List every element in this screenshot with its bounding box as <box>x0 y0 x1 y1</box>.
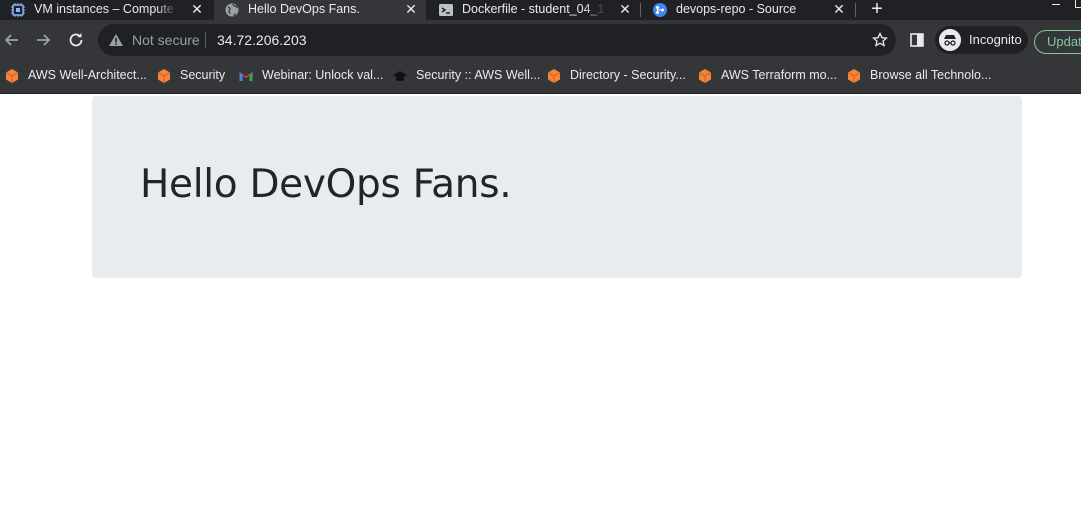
page-viewport: Hello DevOps Fans. <box>0 94 1081 508</box>
bookmark-label: Directory - Security... <box>570 68 686 82</box>
back-arrow-icon[interactable] <box>2 30 22 50</box>
bookmark-star-icon[interactable] <box>872 32 888 48</box>
tab-title: devops-repo - Source <box>676 2 797 16</box>
tab-strip: VM instances – Compute Engine ✕ Hello De… <box>0 0 1081 20</box>
incognito-icon <box>939 29 961 51</box>
bookmark-label: Security :: AWS Well... <box>416 68 541 82</box>
forward-arrow-icon[interactable] <box>33 30 53 50</box>
incognito-label: Incognito <box>969 32 1022 47</box>
globe-icon <box>225 3 239 17</box>
tab-devops-repo[interactable]: devops-repo - Source ✕ <box>642 0 854 20</box>
cloud-shell-icon <box>439 4 453 16</box>
incognito-profile-button[interactable]: Incognito <box>935 26 1028 54</box>
aws-icon <box>698 69 712 83</box>
bookmark-label: AWS Well-Architect... <box>28 68 147 82</box>
tab-hello-devops[interactable]: Hello DevOps Fans. ✕ <box>214 0 426 20</box>
bookmark-label: Browse all Technolo... <box>870 68 992 82</box>
bookmark-label: AWS Terraform mo... <box>721 68 837 82</box>
bookmark-label: Webinar: Unlock val... <box>262 68 384 82</box>
page-heading: Hello DevOps Fans. <box>140 162 512 207</box>
tab-title: VM instances – Compute Engine <box>34 2 178 16</box>
update-button[interactable]: Update <box>1034 30 1081 54</box>
graduation-cap-icon <box>393 71 407 82</box>
tab-title: Hello DevOps Fans. <box>248 2 360 16</box>
reload-icon[interactable] <box>66 30 86 50</box>
address-divider <box>205 32 206 48</box>
close-tab-icon[interactable]: ✕ <box>190 1 204 17</box>
new-tab-button[interactable]: + <box>866 0 888 19</box>
aws-icon <box>157 69 171 83</box>
jumbotron: Hello DevOps Fans. <box>92 96 1022 278</box>
tab-vm-instances[interactable]: VM instances – Compute Engine ✕ <box>0 0 212 20</box>
aws-icon <box>847 69 861 83</box>
close-tab-icon[interactable]: ✕ <box>618 1 632 17</box>
aws-icon <box>547 69 561 83</box>
aws-icon <box>5 69 19 83</box>
bookmark-label: Security <box>180 68 226 82</box>
compute-engine-icon <box>11 3 25 17</box>
warning-icon[interactable] <box>108 33 124 47</box>
bookmarks-bar: AWS Well-Architect... Security Webinar: … <box>0 60 1081 94</box>
maximize-icon[interactable] <box>1075 0 1081 8</box>
tab-title: Dockerfile - student_04_18e7 <box>462 2 606 16</box>
url-text[interactable]: 34.72.206.203 <box>217 24 307 56</box>
tab-separator <box>640 3 641 17</box>
source-repo-icon <box>653 3 667 17</box>
tab-separator <box>855 3 856 17</box>
close-tab-icon[interactable]: ✕ <box>404 1 418 17</box>
browser-toolbar: Not secure 34.72.206.203 Incognito Updat… <box>0 20 1081 60</box>
minimize-icon[interactable] <box>1052 0 1060 5</box>
tab-dockerfile[interactable]: Dockerfile - student_04_18e7 ✕ <box>428 0 640 20</box>
gmail-icon <box>239 72 253 81</box>
close-tab-icon[interactable]: ✕ <box>832 1 846 17</box>
security-status-label[interactable]: Not secure <box>132 24 200 56</box>
address-bar[interactable]: Not secure 34.72.206.203 <box>98 24 896 56</box>
side-panel-icon[interactable] <box>910 33 924 47</box>
